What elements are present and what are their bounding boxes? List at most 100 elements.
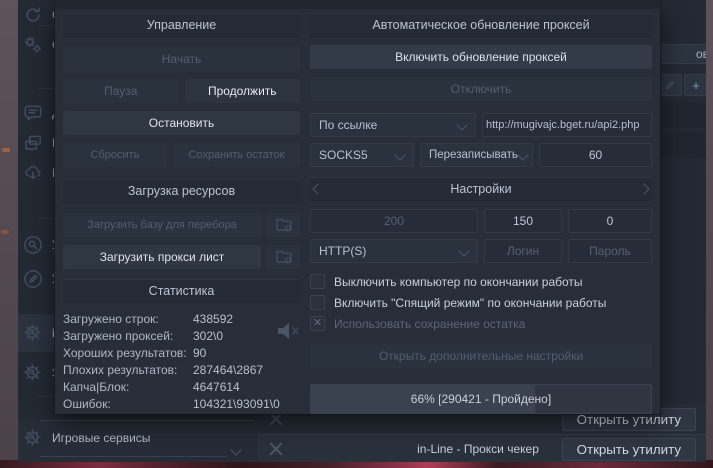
source-value: По ссылке [319,118,377,132]
save-remainder-button[interactable]: Сохранить остаток [173,143,300,167]
login-input[interactable]: Логин [484,239,562,263]
write-mode-select[interactable]: Перезаписывать [420,143,533,167]
next-settings-arrow-icon[interactable] [638,183,649,194]
auto-update-title: Автоматическое обновление проксей [372,18,589,32]
checkbox[interactable] [310,274,325,289]
source-select[interactable]: По ссылке [310,113,476,137]
plus-icon: + [692,78,700,93]
interval-input[interactable]: 60 [539,143,652,167]
edit-button[interactable] [658,74,682,96]
inline-checker-row: in-Line - Прокси чекер Открыть утилиту [258,434,706,462]
disable-update-button[interactable]: Отключить [310,77,652,101]
resources-header: Загрузка ресурсов [63,179,300,203]
browse-base-button[interactable] [267,213,300,237]
progress-bar: 66% [290421 - Пройдено] [310,384,652,414]
speaker-muted-icon[interactable] [272,317,302,345]
stat-value: 104321\93091\0 [193,396,280,413]
background-block [658,102,706,128]
game-services-label: Игровые сервисы [52,431,150,445]
auto-update-column: Автоматическое обновление проксей Включи… [310,0,652,414]
folder-icon [274,247,294,267]
chevron-down-icon [394,149,405,160]
refresh-icon [22,4,44,26]
url-input[interactable]: http://mugivajc.bget.ru/api2.php [482,113,652,137]
gears-icon [22,34,44,56]
stat-label: Загружено проксей: [63,328,193,345]
protocol-value: HTTP(S) [319,244,366,258]
chevron-down-icon [517,149,528,160]
stat-value: 287464\2867 [193,362,263,379]
checkbox-label: Выключить компьютер по окончании работы [334,275,583,289]
stat-label: Ошибок: [63,396,193,413]
divider [40,420,254,421]
edit-circle-icon [22,268,44,290]
background-block [658,132,706,158]
pencil-icon [664,79,676,91]
resources-title: Загрузка ресурсов [128,184,235,198]
checkbox-label: Включить "Спящий режим" по окончании раб… [334,296,606,310]
stat-label: Плохих результатов: [63,362,193,379]
enable-update-button[interactable]: Включить обновление проксей [310,45,652,69]
retries-value: 0 [607,214,614,228]
folder-icon [274,215,294,235]
password-placeholder: Пароль [589,244,631,258]
write-mode-value: Перезаписывать [429,149,518,161]
stat-label: Хороших результатов: [63,345,193,362]
pause-button[interactable]: Пауза [63,79,179,103]
reset-button[interactable]: Сбросить [63,143,167,167]
stats-block: Загружено строк:438592 Загружено проксей… [63,311,300,413]
proxy-checker-modal: Управление Начать Пауза Продолжить Остан… [55,0,660,414]
start-button[interactable]: Начать [63,47,300,71]
load-proxy-button[interactable]: Загрузить прокси лист [63,245,261,269]
management-header: Управление [63,13,300,37]
proxy-type-select[interactable]: SOCKS5 [310,143,414,167]
timeout-input[interactable]: 150 [484,209,562,233]
load-base-button[interactable]: Загрузить базу для перебора [63,213,261,237]
stat-row: Хороших результатов:90 [63,345,300,362]
settings-header: Настройки [310,177,652,201]
checkbox-group: Выключить компьютер по окончании работы … [310,271,652,334]
resume-button[interactable]: Продолжить [185,79,301,103]
search-circle-icon [22,234,44,256]
interval-value: 60 [589,148,602,162]
sleep-checkbox-row[interactable]: Включить "Спящий режим" по окончании раб… [310,292,652,313]
stat-row: Плохих результатов:287464\2867 [63,362,300,379]
protocol-select[interactable]: HTTP(S) [310,239,478,263]
management-title: Управление [147,18,217,32]
stat-row: Загружено строк:438592 [63,311,300,328]
save-remainder-checkbox-row[interactable]: ✕ Использовать сохранение остатка [310,313,652,334]
add-button[interactable]: + [684,74,706,96]
progress-label: 66% [290421 - Пройдено] [311,385,651,413]
proxy-type-value: SOCKS5 [319,148,368,162]
open-utility-button[interactable]: Открыть утилиту [562,438,696,461]
prev-settings-arrow-icon[interactable] [312,183,323,194]
retries-input[interactable]: 0 [568,209,652,233]
stat-value: 90 [193,345,206,362]
auto-update-header: Автоматическое обновление проксей [310,13,652,37]
checkbox-checked[interactable]: ✕ [310,316,325,331]
service-gear-icon [22,322,44,344]
shutdown-checkbox-row[interactable]: Выключить компьютер по окончании работы [310,271,652,292]
checkbox-label: Использовать сохранение остатка [334,317,525,331]
threads-input[interactable]: 200 [310,209,478,233]
stat-value: 302\0 [193,328,223,345]
stat-row: Загружено проксей:302\0 [63,328,300,345]
divider [40,456,226,457]
game-services-panel[interactable]: Игровые сервисы [18,420,258,462]
stop-button[interactable]: Остановить [63,111,300,135]
browse-proxy-button[interactable] [267,245,300,269]
partial-button-label: ов [696,47,706,61]
password-input[interactable]: Пароль [568,239,652,263]
tools-icon [266,439,286,459]
advanced-settings-button[interactable]: Открыть дополнительные настройки [310,344,652,368]
windows-icon [22,132,44,154]
wallpaper-detail [2,148,10,152]
threads-value: 200 [384,214,404,228]
app-window: С О Д И М У У [18,0,706,462]
service-gear-icon [22,362,44,384]
stat-row: Ошибок:104321\93091\0 [63,396,300,413]
stat-value: 4647614 [193,379,240,396]
checkbox[interactable] [310,295,325,310]
settings-title: Настройки [450,182,511,196]
stats-title: Статистика [149,284,215,298]
